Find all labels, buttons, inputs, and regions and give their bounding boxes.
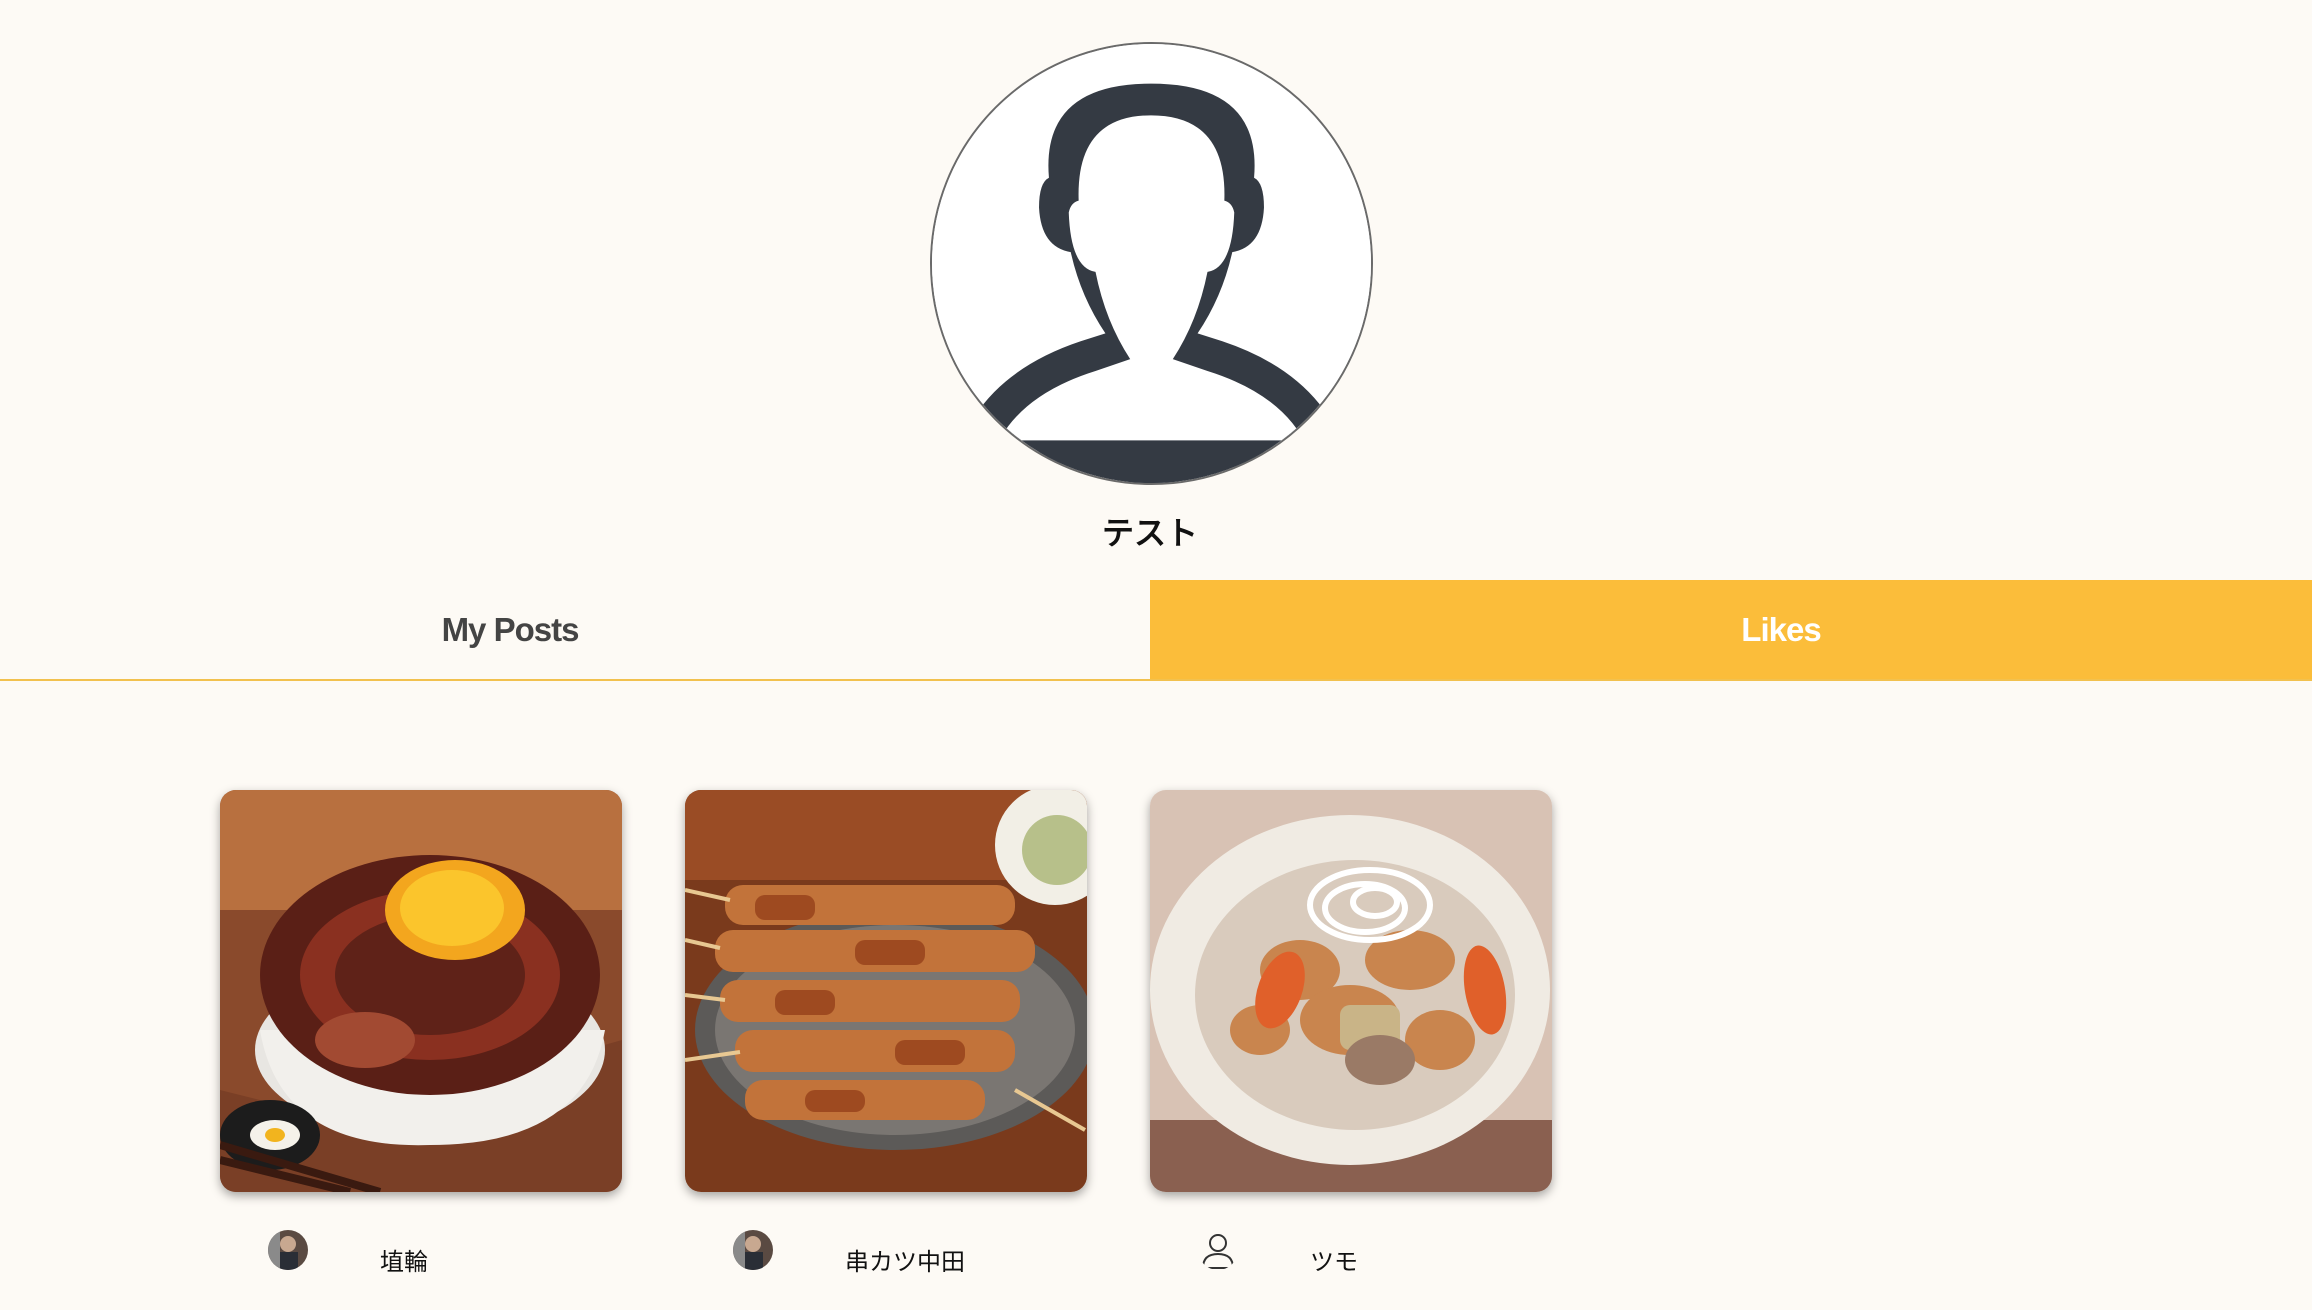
post-card: ツモ xyxy=(1150,790,1552,1290)
post-username[interactable]: 埴輪 xyxy=(380,1242,428,1277)
motsuni-stew-bowl-photo xyxy=(1150,790,1552,1192)
user-photo-avatar[interactable] xyxy=(733,1230,773,1270)
post-meta: ツモ xyxy=(1150,1230,1552,1290)
profile-tabs: My Posts Likes xyxy=(0,580,2312,681)
post-meta: 串カツ中田 xyxy=(685,1230,1087,1290)
user-photo-avatar[interactable] xyxy=(268,1230,308,1270)
tab-likes[interactable]: Likes xyxy=(1150,580,2312,679)
kushikatsu-skewers-photo xyxy=(685,790,1087,1192)
profile-username: テスト xyxy=(1101,514,1198,552)
tab-my-posts-label: My Posts xyxy=(441,610,580,648)
profile-avatar[interactable] xyxy=(930,42,1373,485)
post-card: 串カツ中田 xyxy=(685,790,1087,1290)
person-silhouette-icon xyxy=(932,44,1371,483)
tab-my-posts[interactable]: My Posts xyxy=(0,580,1150,679)
post-image[interactable] xyxy=(1150,790,1552,1192)
post-meta: 埴輪 xyxy=(220,1230,622,1290)
tab-likes-label: Likes xyxy=(1741,610,1821,648)
post-username[interactable]: 串カツ中田 xyxy=(845,1242,965,1277)
sausage-egg-rice-bowl-photo xyxy=(220,790,622,1192)
post-image[interactable] xyxy=(685,790,1087,1192)
default-user-icon[interactable] xyxy=(1198,1230,1238,1270)
post-username[interactable]: ツモ xyxy=(1310,1242,1358,1277)
post-card: 埴輪 xyxy=(220,790,622,1290)
profile-header: テスト xyxy=(0,0,2312,580)
post-image[interactable] xyxy=(220,790,622,1192)
